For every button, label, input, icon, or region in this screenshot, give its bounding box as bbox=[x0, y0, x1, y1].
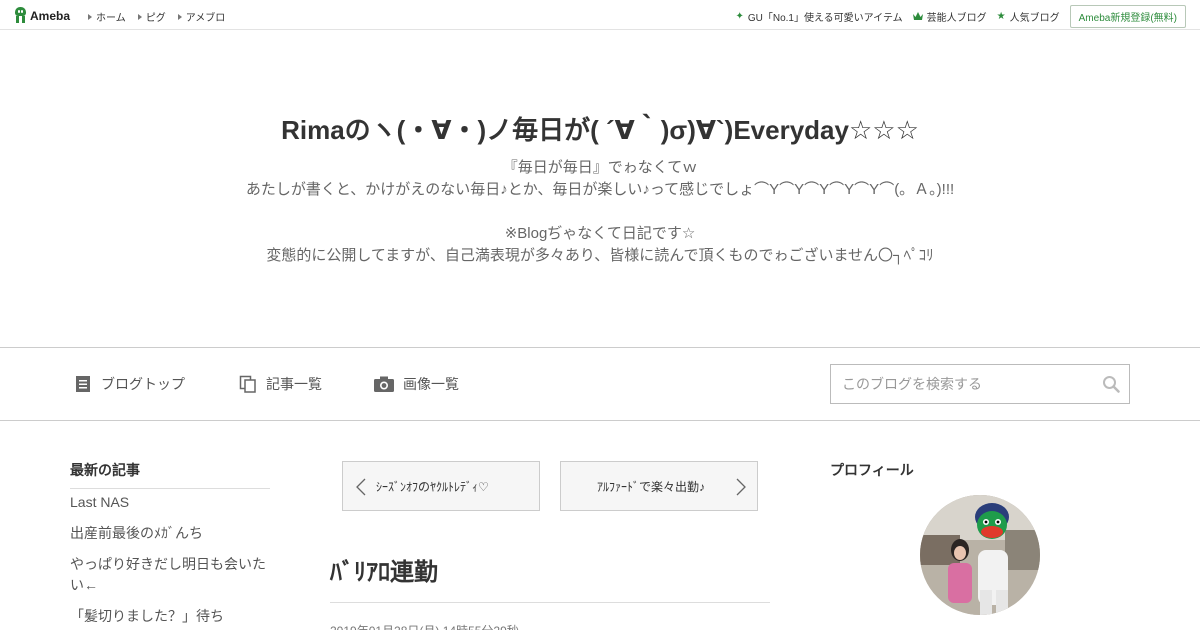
gu-promo-link[interactable]: ✦ GU「No.1」使える可愛いアイテム bbox=[735, 9, 902, 24]
avatar-photo bbox=[920, 495, 1040, 615]
entry-divider bbox=[330, 602, 770, 603]
blog-title[interactable]: Rimaのヽ(・∀・)ノ毎日が( ´∀｀)σ)∀`)Everyday☆☆☆ bbox=[0, 110, 1200, 147]
crown-icon bbox=[912, 12, 923, 20]
blog-search bbox=[830, 364, 1130, 404]
desc-line: あたしが書くと、かけがえのない毎日♪とか、毎日が楽しい♪って感じでしょ⌒Y⌒Y⌒… bbox=[245, 181, 955, 198]
star-icon: ★ bbox=[996, 10, 1006, 22]
recent-entries-heading: 最新の記事 bbox=[70, 460, 270, 489]
document-icon bbox=[76, 376, 90, 392]
recent-entry-link[interactable]: 出産前最後のﾒｶﾞんち bbox=[70, 523, 270, 544]
nav-label: 画像一覧 bbox=[403, 376, 459, 392]
entry-title[interactable]: ﾊﾞﾘｱﾛ連勤 bbox=[330, 552, 438, 587]
nav-home[interactable]: ホーム bbox=[88, 9, 126, 24]
nav-label: ピグ bbox=[145, 13, 166, 24]
blog-description: 『毎日が毎日』でゎなくてｗ あたしが書くと、かけがえのない毎日♪とか、毎日が楽し… bbox=[0, 157, 1200, 267]
nav-pigg[interactable]: ピグ bbox=[137, 9, 166, 24]
link-label: 人気ブログ bbox=[1009, 13, 1060, 24]
nav-label: アメブロ bbox=[185, 13, 226, 24]
nav-label: ブログトップ bbox=[101, 376, 185, 392]
prev-entry-button[interactable]: ｼｰｽﾞﾝｵﾌのﾔｸﾙﾄﾚﾃﾞｨ♡ bbox=[342, 461, 540, 511]
chevron-right-icon bbox=[736, 478, 746, 496]
entry-date: 2019年01月28日(月) 14時55分29秒 bbox=[330, 622, 519, 630]
profile-avatar[interactable] bbox=[920, 495, 1040, 615]
camera-icon bbox=[374, 376, 394, 392]
prev-entry-label: ｼｰｽﾞﾝｵﾌのﾔｸﾙﾄﾚﾃﾞｨ♡ bbox=[376, 479, 489, 494]
link-label: 芸能人ブログ bbox=[926, 13, 987, 24]
ameba-logo-icon bbox=[14, 7, 27, 24]
arrow-right-icon bbox=[137, 13, 142, 20]
desc-line: 『毎日が毎日』でゎなくてｗ bbox=[502, 159, 698, 176]
celebrity-blog-link[interactable]: 芸能人ブログ bbox=[912, 9, 987, 24]
link-label: GU「No.1」使える可愛いアイテム bbox=[747, 13, 903, 24]
nav-label: ホーム bbox=[96, 13, 126, 24]
global-nav: ホーム ピグ アメブロ bbox=[88, 9, 225, 24]
signup-button[interactable]: Ameba新規登録(無料) bbox=[1069, 5, 1186, 28]
ameba-logo[interactable]: Ameba bbox=[14, 7, 70, 24]
nav-label: 記事一覧 bbox=[266, 376, 322, 392]
search-icon[interactable] bbox=[1102, 375, 1120, 393]
header-links: ✦ GU「No.1」使える可愛いアイテム 芸能人ブログ ★ 人気ブログ Ameba新… bbox=[735, 5, 1186, 28]
recent-entries-list: Last NAS 出産前最後のﾒｶﾞんち やっぱり好きだし明日も会いたい← 「髪… bbox=[70, 492, 270, 630]
profile-heading: プロフィール bbox=[830, 462, 914, 478]
blog-top-link[interactable]: ブログトップ bbox=[74, 374, 185, 394]
recent-entry-link[interactable]: 「髪切りました？」待ち bbox=[70, 606, 270, 627]
desc-line bbox=[0, 201, 1200, 223]
recent-entry-link[interactable]: やっぱり好きだし明日も会いたい← bbox=[70, 554, 270, 596]
desc-line: 変態的に公開してますが、自己満表現が多々あり、皆様に読んで頂くものでゎございませ… bbox=[266, 247, 934, 264]
next-entry-button[interactable]: ｱﾙﾌｧｰﾄﾞで楽々出勤♪ bbox=[560, 461, 758, 511]
recent-entry-link[interactable]: Last NAS bbox=[70, 492, 270, 513]
arrow-right-icon bbox=[88, 13, 92, 20]
chevron-left-icon bbox=[356, 478, 366, 496]
nav-ameblo[interactable]: アメブロ bbox=[177, 9, 226, 24]
global-header: Ameba ホーム ピグ アメブロ ✦ GU「No.1」使える可愛いアイテム 芸能… bbox=[0, 0, 1200, 30]
next-entry-label: ｱﾙﾌｧｰﾄﾞで楽々出勤♪ bbox=[597, 479, 706, 494]
search-input[interactable] bbox=[831, 365, 1086, 403]
arrow-right-icon bbox=[177, 13, 182, 20]
image-list-link[interactable]: 画像一覧 bbox=[374, 374, 459, 394]
blog-nav: ブログトップ 記事一覧 画像一覧 bbox=[0, 347, 1200, 421]
logo-text: Ameba bbox=[30, 8, 71, 23]
copy-icon bbox=[239, 375, 256, 393]
popular-blog-link[interactable]: ★ 人気ブログ bbox=[997, 9, 1060, 24]
desc-line: ※Blogぢゃなくて日記です☆ bbox=[504, 225, 696, 242]
sparkle-icon: ✦ bbox=[735, 10, 744, 22]
entry-list-link[interactable]: 記事一覧 bbox=[239, 374, 322, 394]
